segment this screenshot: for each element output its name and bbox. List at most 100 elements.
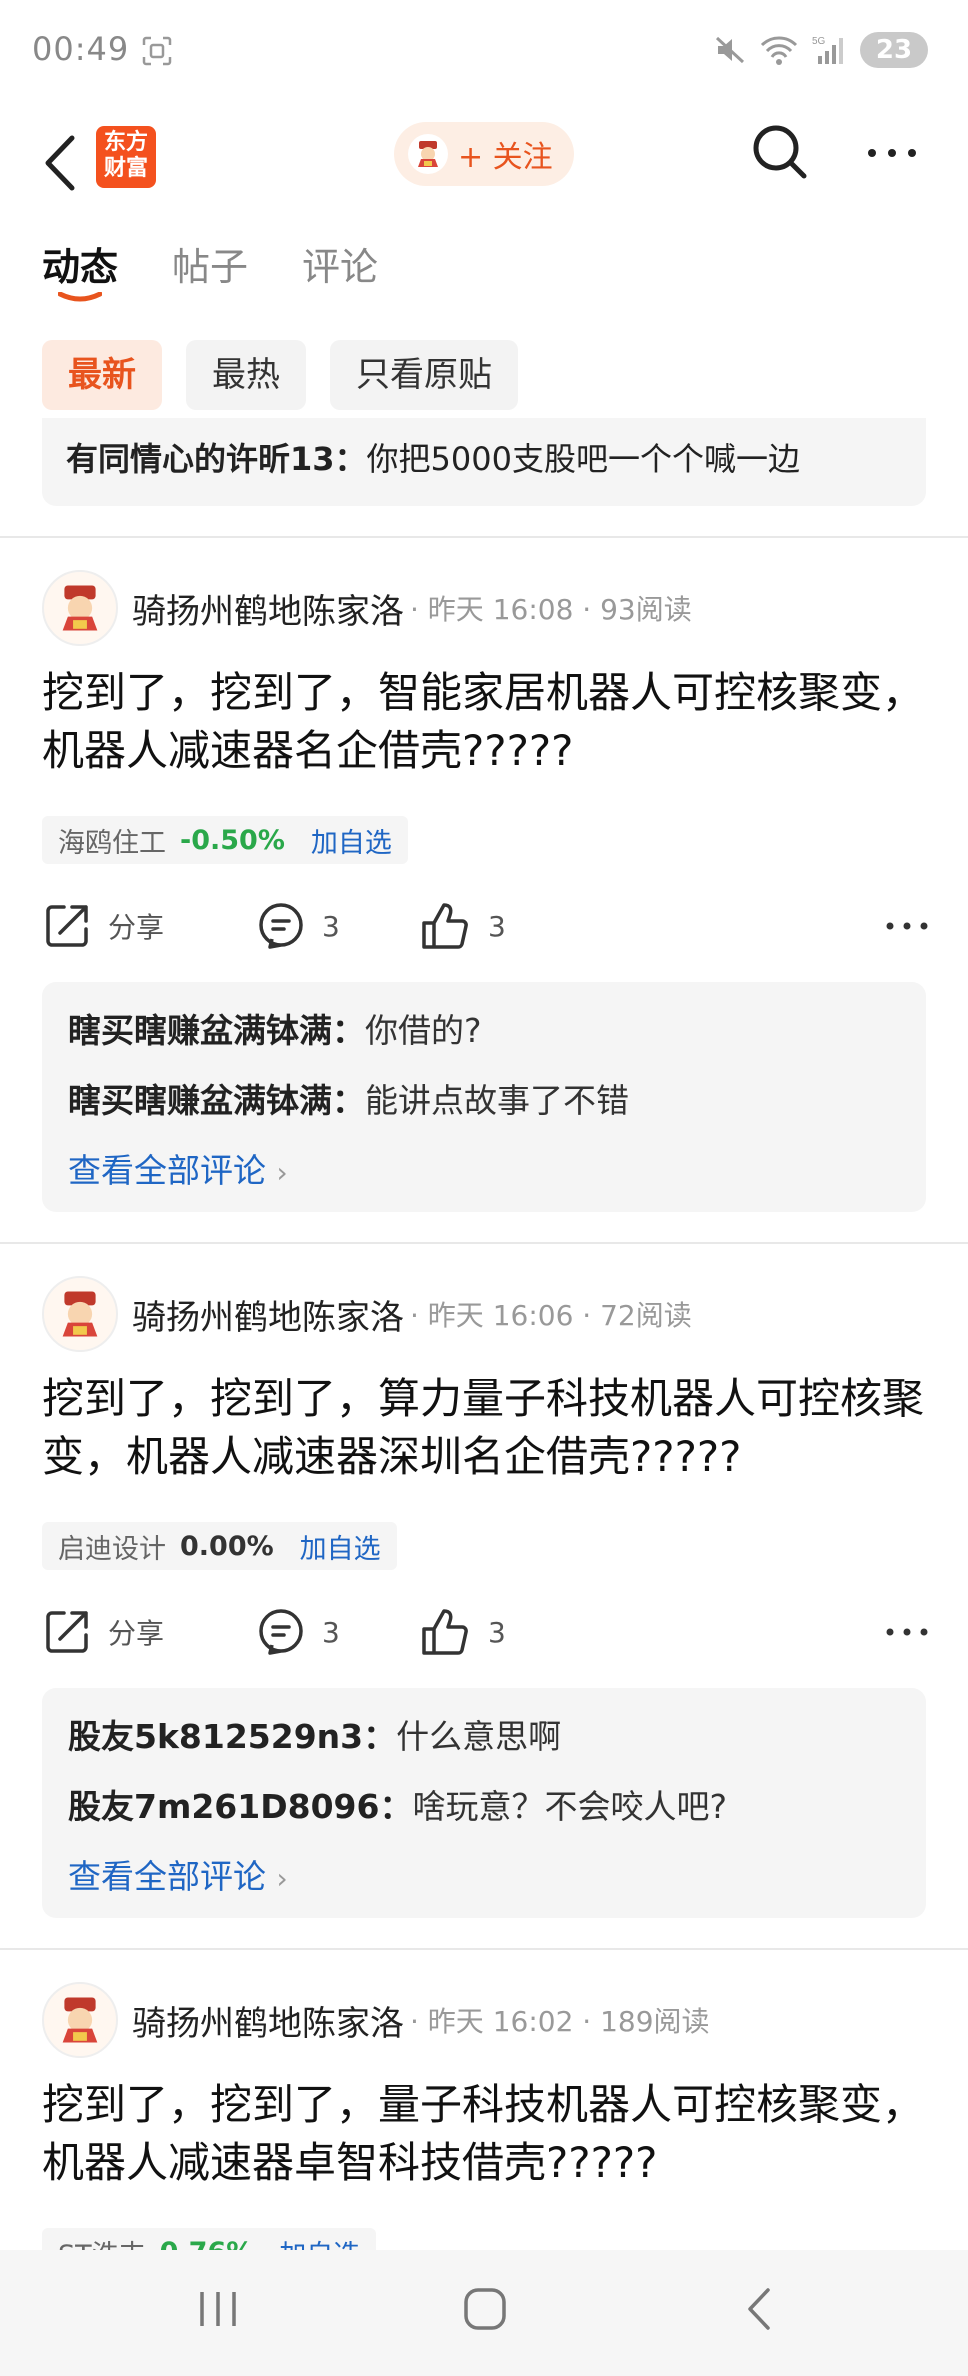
post-more-icon[interactable] — [882, 1602, 932, 1662]
stock-change: -0.50% — [180, 824, 285, 856]
app-logo: 东方 财富 — [96, 126, 156, 188]
add-watchlist-button[interactable]: 加自选 — [311, 821, 392, 860]
stock-tag[interactable]: 海鸥住工 -0.50% 加自选 — [42, 816, 408, 864]
author-name[interactable]: 骑扬州鹤地陈家洛 — [132, 1996, 404, 2045]
like-count: 3 — [488, 1615, 506, 1649]
divider — [0, 536, 968, 538]
divider — [0, 1948, 968, 1950]
comment-user[interactable]: 股友7m261D8096： — [68, 1787, 412, 1826]
fortune-god-avatar-icon — [62, 585, 98, 631]
post-title[interactable]: 挖到了，挖到了，量子科技机器人可控核聚变，机器人减速器卓智科技借壳????? — [42, 2076, 932, 2192]
post-title[interactable]: 挖到了，挖到了，智能家居机器人可控核聚变，机器人减速器名企借壳????? — [42, 664, 932, 780]
comment-item: 股友5k812529n3：什么意思啊 — [68, 1702, 900, 1772]
view-all-label: 查看全部评论 — [68, 1151, 266, 1190]
mute-icon — [715, 36, 745, 64]
back-icon[interactable] — [36, 128, 86, 198]
post-meta: · 昨天 16:08 · 93阅读 — [410, 593, 692, 626]
filter-original-only[interactable]: 只看原贴 — [330, 340, 518, 410]
filter-hot[interactable]: 最热 — [186, 340, 306, 410]
comment-button[interactable]: 3 — [256, 896, 340, 956]
like-button[interactable]: 3 — [420, 896, 506, 956]
post-card[interactable]: 骑扬州鹤地陈家洛 · 昨天 16:06 · 72阅读 挖到了，挖到了，算力量子科… — [0, 1274, 968, 1944]
svg-text:5G: 5G — [812, 36, 826, 47]
fortune-god-avatar-icon — [62, 1291, 98, 1337]
tab-label: 评论 — [302, 245, 379, 289]
follow-avatar — [408, 134, 448, 174]
recents-icon[interactable] — [196, 2286, 240, 2332]
like-count: 3 — [488, 909, 506, 943]
thumbs-up-icon — [422, 1609, 468, 1655]
stock-change: 0.76% — [160, 2237, 254, 2251]
share-button[interactable]: 分享 — [42, 896, 164, 956]
comment-user[interactable]: 瞎买瞎赚盆满钵满： — [68, 1081, 365, 1120]
follow-button[interactable]: + 关注 — [394, 122, 574, 186]
comment-user[interactable]: 股友5k812529n3： — [68, 1717, 396, 1756]
tab-active-indicator — [58, 292, 102, 302]
post-card[interactable]: 骑扬州鹤地陈家洛 · 昨天 16:08 · 93阅读 挖到了，挖到了，智能家居机… — [0, 568, 968, 1238]
post-card[interactable]: 骑扬州鹤地陈家洛 · 昨天 16:02 · 189阅读 挖到了，挖到了，量子科技… — [0, 1980, 968, 2250]
follow-label: + 关注 — [458, 140, 553, 175]
share-label: 分享 — [108, 911, 165, 944]
comment-text: 你把5000支股吧一个个喊一边 — [366, 440, 800, 478]
comment-preview[interactable]: 有同情心的许昕13：你把5000支股吧一个个喊一边 — [42, 418, 926, 506]
post-header: 骑扬州鹤地陈家洛 · 昨天 16:02 · 189阅读 — [42, 1980, 710, 2060]
comment-user[interactable]: 瞎买瞎赚盆满钵满： — [68, 1011, 365, 1050]
view-all-comments-link[interactable]: 查看全部评论 › — [68, 1842, 900, 1914]
share-icon — [46, 905, 88, 947]
comment-item: 瞎买瞎赚盆满钵满：能讲点故事了不错 — [68, 1066, 900, 1136]
share-icon — [46, 1611, 88, 1653]
comment-button[interactable]: 3 — [256, 1602, 340, 1662]
stock-tag[interactable]: 启迪设计 0.00% 加自选 — [42, 1522, 397, 1570]
stock-name: 海鸥住工 — [58, 827, 166, 859]
post-title[interactable]: 挖到了，挖到了，算力量子科技机器人可控核聚变，机器人减速器深圳名企借壳????? — [42, 1370, 932, 1486]
comment-user: 有同情心的许昕13： — [66, 440, 367, 478]
top-nav: 东方 财富 + 关注 — [0, 108, 968, 218]
comment-text: 什么意思啊 — [396, 1717, 562, 1756]
post-header: 骑扬州鹤地陈家洛 · 昨天 16:08 · 93阅读 — [42, 568, 692, 648]
tab-comments[interactable]: 评论 — [302, 236, 378, 316]
post-meta: · 昨天 16:06 · 72阅读 — [410, 1299, 692, 1332]
view-all-comments-link[interactable]: 查看全部评论 › — [68, 1136, 900, 1208]
comment-preview-box[interactable]: 股友5k812529n3：什么意思啊 股友7m261D8096：啥玩意？不会咬人… — [42, 1688, 926, 1918]
status-time: 00:49 — [32, 30, 130, 68]
comment-item: 股友7m261D8096：啥玩意？不会咬人吧? — [68, 1772, 900, 1842]
tab-dynamics[interactable]: 动态 — [42, 236, 118, 316]
filter-latest[interactable]: 最新 — [42, 340, 162, 410]
search-icon[interactable] — [748, 120, 812, 184]
share-label: 分享 — [108, 1617, 165, 1650]
comment-preview-box[interactable]: 瞎买瞎赚盆满钵满：你借的? 瞎买瞎赚盆满钵满：能讲点故事了不错 查看全部评论 › — [42, 982, 926, 1212]
post-actions: 分享 3 3 — [42, 896, 932, 956]
comment-count: 3 — [322, 909, 340, 943]
filter-bar: 最新 最热 只看原贴 — [42, 340, 518, 410]
add-watchlist-button[interactable]: 加自选 — [300, 1527, 381, 1566]
nav-back-icon[interactable] — [742, 2286, 776, 2332]
post-more-icon[interactable] — [882, 896, 932, 956]
view-all-label: 查看全部评论 — [68, 1857, 266, 1896]
stock-name: 启迪设计 — [58, 1533, 166, 1565]
add-watchlist-button[interactable]: 加自选 — [279, 2233, 360, 2251]
avatar[interactable] — [42, 1982, 118, 2058]
stock-change: 0.00% — [180, 1530, 274, 1562]
avatar[interactable] — [42, 1276, 118, 1352]
tab-label: 动态 — [42, 245, 119, 289]
comment-text: 能讲点故事了不错 — [365, 1081, 629, 1120]
more-icon[interactable] — [862, 128, 922, 178]
tab-bar: 动态 帖子 评论 — [42, 236, 378, 316]
post-actions: 分享 3 3 — [42, 1602, 932, 1662]
home-icon[interactable] — [462, 2286, 508, 2332]
comment-text: 你借的? — [365, 1011, 482, 1050]
comment-item: 瞎买瞎赚盆满钵满：你借的? — [68, 996, 900, 1066]
chevron-right-icon: › — [276, 1156, 288, 1189]
share-button[interactable]: 分享 — [42, 1602, 164, 1662]
like-button[interactable]: 3 — [420, 1602, 506, 1662]
author-name[interactable]: 骑扬州鹤地陈家洛 — [132, 584, 404, 633]
signal-icon: 5G — [812, 36, 843, 64]
stock-name: ST浩丰 — [58, 2233, 146, 2251]
comment-icon — [259, 1609, 303, 1655]
author-name[interactable]: 骑扬州鹤地陈家洛 — [132, 1290, 404, 1339]
avatar[interactable] — [42, 570, 118, 646]
tab-posts[interactable]: 帖子 — [172, 236, 248, 316]
wifi-icon — [760, 36, 798, 65]
stock-tag[interactable]: ST浩丰 0.76% 加自选 — [42, 2228, 377, 2251]
chevron-right-icon: › — [276, 1862, 288, 1895]
